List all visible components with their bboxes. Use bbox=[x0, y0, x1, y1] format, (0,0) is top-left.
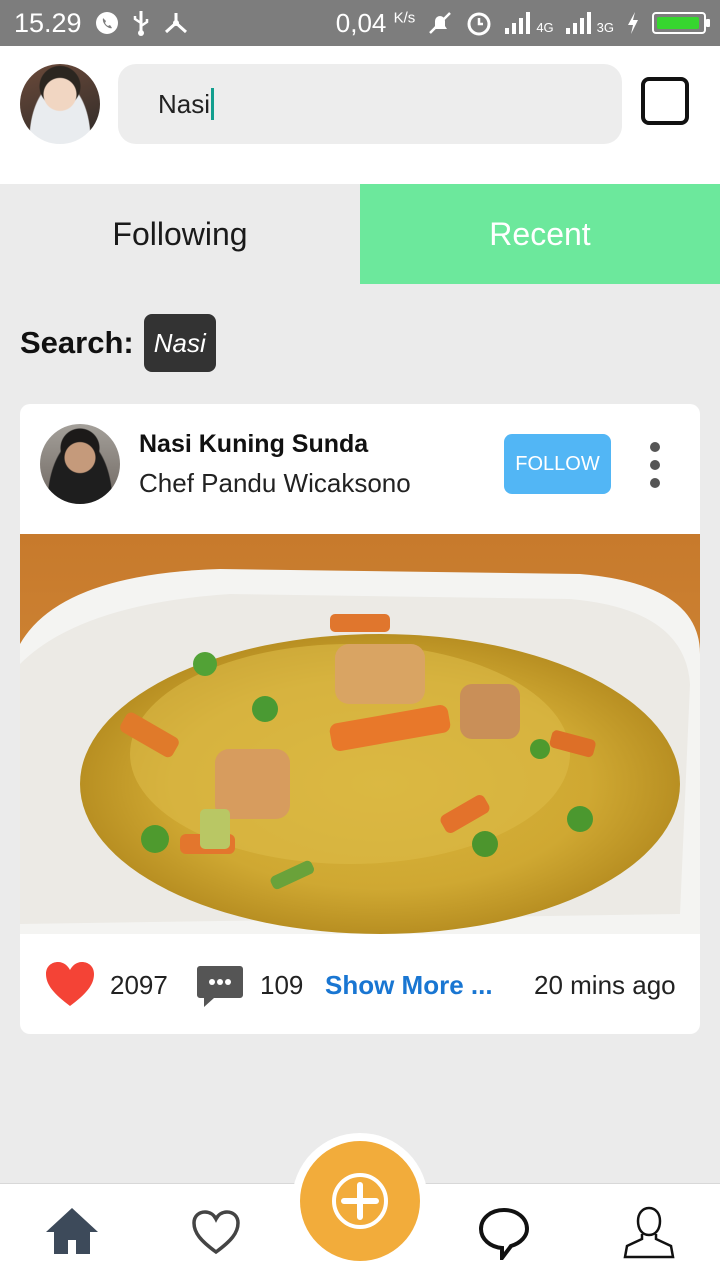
battery-icon bbox=[652, 12, 710, 34]
alarm-icon bbox=[467, 12, 491, 36]
post-title[interactable]: Nasi Kuning Sunda bbox=[139, 430, 368, 459]
search-label: Search: bbox=[20, 325, 134, 360]
network-type-1: 4G bbox=[536, 19, 554, 35]
author-avatar[interactable] bbox=[40, 424, 120, 504]
search-input[interactable]: Nasi bbox=[118, 64, 622, 144]
share-icon bbox=[164, 13, 187, 34]
network-speed-unit: K/s bbox=[393, 8, 416, 26]
home-icon[interactable] bbox=[44, 1206, 100, 1256]
show-more-link[interactable]: Show More ... bbox=[325, 970, 493, 1001]
search-summary: Search: Nasi bbox=[20, 314, 216, 372]
follow-button[interactable]: FOLLOW bbox=[504, 434, 611, 494]
post-author[interactable]: Chef Pandu Wicaksono bbox=[139, 468, 411, 499]
user-icon[interactable] bbox=[622, 1204, 676, 1260]
user-avatar[interactable] bbox=[20, 64, 100, 144]
more-icon[interactable] bbox=[646, 442, 664, 488]
add-post-button[interactable] bbox=[300, 1141, 420, 1261]
feed-tabs: Following Recent bbox=[0, 184, 720, 284]
search-query-chip[interactable]: Nasi bbox=[143, 314, 216, 372]
tab-following[interactable]: Following bbox=[0, 184, 360, 284]
usb-icon bbox=[133, 11, 148, 36]
food-photo[interactable] bbox=[20, 534, 700, 934]
signal-icon bbox=[505, 12, 531, 34]
search-input-value[interactable]: Nasi bbox=[158, 89, 210, 120]
mute-icon bbox=[429, 12, 452, 34]
comment-icon[interactable] bbox=[196, 962, 244, 1010]
select-checkbox[interactable] bbox=[641, 77, 689, 125]
whatsapp-icon bbox=[95, 12, 118, 34]
top-header: Nasi bbox=[0, 46, 720, 184]
comment-count: 109 bbox=[260, 970, 304, 1000]
heart-outline-icon[interactable] bbox=[190, 1208, 242, 1256]
status-bar: 15.29 0,04 K/s 4G 3G bbox=[0, 0, 720, 46]
signal-icon-2 bbox=[565, 12, 591, 34]
charging-icon bbox=[628, 12, 638, 34]
network-type-2: 3G bbox=[596, 19, 614, 35]
status-time: 15.29 bbox=[14, 7, 82, 38]
post-timestamp: 20 mins ago bbox=[534, 970, 676, 1000]
network-speed: 0,04 bbox=[335, 7, 387, 38]
tab-recent[interactable]: Recent bbox=[360, 184, 720, 284]
heart-icon[interactable] bbox=[44, 960, 96, 1008]
post-card: Nasi Kuning Sunda Chef Pandu Wicaksono F… bbox=[20, 404, 700, 1034]
chat-icon[interactable] bbox=[478, 1206, 530, 1260]
like-count: 2097 bbox=[110, 970, 168, 1000]
post-actions: 2097 109 Show More ... 20 mins ago bbox=[20, 934, 700, 1034]
plus-icon bbox=[332, 1173, 388, 1229]
text-cursor bbox=[211, 88, 215, 120]
